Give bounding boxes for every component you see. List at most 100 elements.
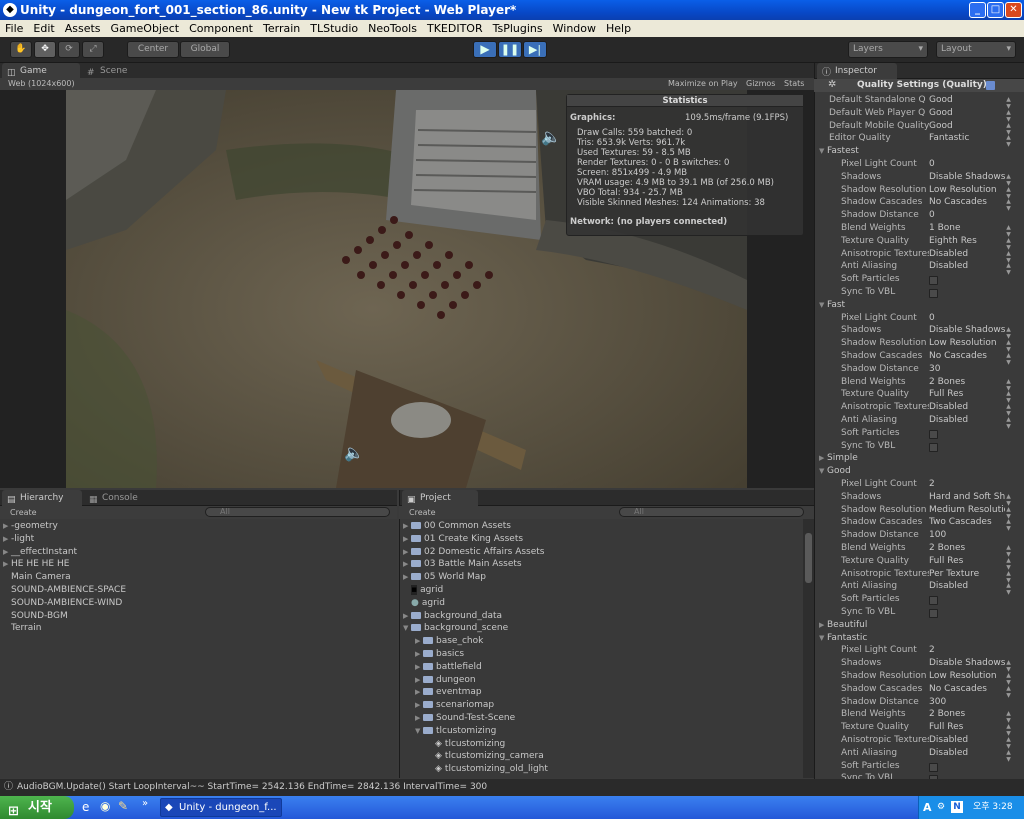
quality-level-simple[interactable]: ▶ Simple (819, 453, 858, 463)
quality-property-value[interactable]: Per Texture (929, 569, 1005, 579)
quality-property-value[interactable]: No Cascades (929, 197, 1005, 207)
checkbox[interactable] (929, 429, 938, 439)
collapse-arrow-icon[interactable]: ▼ (819, 634, 827, 642)
quality-default-value[interactable]: Good (929, 95, 1005, 105)
dropdown-arrow-icon[interactable]: ▲▼ (1005, 416, 1012, 430)
expand-arrow-icon[interactable]: ▶ (3, 546, 11, 559)
menu-item[interactable]: Edit (28, 20, 59, 37)
project-item[interactable]: ▶ base_chok (415, 635, 483, 648)
hierarchy-item[interactable]: ▶ -light (3, 533, 34, 546)
quality-property-value[interactable]: Disable Shadows (929, 172, 1005, 182)
quality-property-value[interactable]: 30 (929, 364, 1005, 374)
quality-property-value[interactable]: Disabled (929, 415, 1005, 425)
quality-property-value[interactable]: Full Res (929, 389, 1005, 399)
hierarchy-item[interactable]: SOUND-AMBIENCE-WIND (3, 597, 122, 610)
quality-property-value[interactable]: Hard and Soft Shadows (929, 492, 1005, 502)
quality-property-value[interactable]: Disabled (929, 402, 1005, 412)
checkbox[interactable] (929, 276, 938, 286)
project-create-dropdown[interactable]: Create (409, 506, 436, 519)
menu-item[interactable]: Window (548, 20, 601, 37)
layers-dropdown[interactable]: Layers ▾ (848, 41, 928, 58)
project-item[interactable]: ▶ battlefield (415, 661, 482, 674)
quality-property-value[interactable]: 300 (929, 697, 1005, 707)
quality-property-value[interactable]: Disable Shadows (929, 325, 1005, 335)
menu-item[interactable]: TsPlugins (488, 20, 548, 37)
dropdown-arrow-icon[interactable]: ▲▼ (1005, 262, 1012, 276)
expand-arrow-icon[interactable]: ▶ (403, 520, 411, 533)
expand-arrow-icon[interactable]: ▶ (415, 674, 423, 687)
quality-property-value[interactable]: 2 Bones (929, 709, 1005, 719)
expand-arrow-icon[interactable]: ▶ (415, 661, 423, 674)
project-item[interactable]: ▶ 00 Common Assets (403, 520, 511, 533)
quality-default-value[interactable]: Good (929, 108, 1005, 118)
quality-level-fastest[interactable]: ▼ Fastest (819, 146, 859, 156)
quality-property-value[interactable]: No Cascades (929, 684, 1005, 694)
quality-property-value[interactable]: 2 (929, 479, 1005, 489)
resolution-dropdown[interactable]: Web (1024x600) (8, 78, 75, 90)
hierarchy-item[interactable]: Main Camera (3, 571, 71, 584)
project-item[interactable]: ◈ tlcustomizing_camera (427, 750, 544, 763)
checkbox[interactable] (929, 609, 938, 618)
quality-property-value[interactable]: 2 (929, 645, 1005, 655)
quality-property-value[interactable]: Low Resolution (929, 185, 1005, 195)
expand-arrow-icon[interactable]: ▶ (415, 635, 423, 648)
project-item[interactable]: ▶ dungeon (415, 674, 476, 687)
checkbox[interactable] (929, 762, 938, 772)
quality-level-beautiful[interactable]: ▶ Beautiful (819, 620, 867, 630)
close-icon[interactable]: ✕ (1005, 2, 1022, 18)
quality-level-fast[interactable]: ▼ Fast (819, 300, 845, 310)
taskbar-unity-task[interactable]: ◆ Unity - dungeon_f... (160, 798, 282, 817)
project-item[interactable]: ▪ agrid (403, 584, 443, 597)
quality-property-value[interactable]: Eighth Res (929, 236, 1005, 246)
checkbox[interactable] (929, 596, 938, 606)
menu-item[interactable]: Terrain (258, 20, 305, 37)
expand-arrow-icon[interactable]: ▶ (3, 558, 11, 571)
expand-arrow-icon[interactable]: ▶ (819, 454, 827, 462)
checkbox[interactable] (929, 442, 938, 452)
project-scrollbar-thumb[interactable] (805, 533, 812, 583)
hierarchy-search-input[interactable]: All (205, 507, 390, 517)
quality-property-value[interactable]: Disabled (929, 249, 1005, 259)
project-item[interactable]: ▼ tlcustomizing (415, 725, 496, 738)
pivot-global-button[interactable]: Global (180, 41, 230, 58)
ime-icon[interactable]: A (923, 796, 932, 819)
project-item[interactable]: ▶ scenariomap (415, 699, 494, 712)
move-tool-icon[interactable]: ✥ (34, 41, 56, 58)
project-item[interactable]: ▶ Sound-Test-Scene (415, 712, 515, 725)
collapse-arrow-icon[interactable]: ▼ (819, 147, 827, 155)
project-item[interactable]: ▶ background_data (403, 610, 502, 623)
start-button[interactable]: ⊞ 시작 (0, 796, 74, 819)
project-item[interactable]: ▼ background_scene (403, 622, 508, 635)
rotate-tool-icon[interactable]: ⟳ (58, 41, 80, 58)
hierarchy-item[interactable]: ▶ HE HE HE HE (3, 558, 69, 571)
collapse-arrow-icon[interactable]: ▼ (415, 725, 423, 738)
dropdown-arrow-icon[interactable]: ▲▼ (1005, 685, 1012, 699)
hierarchy-item[interactable]: Terrain (3, 622, 41, 635)
expand-arrow-icon[interactable]: ▶ (3, 520, 11, 533)
hand-tool-icon[interactable]: ✋ (10, 41, 32, 58)
maximize-icon[interactable]: □ (987, 2, 1004, 18)
play-icon[interactable]: ▶ (473, 41, 497, 58)
pencil-icon[interactable]: ✎ (118, 799, 128, 813)
quality-property-value[interactable]: Full Res (929, 722, 1005, 732)
menu-item[interactable]: NeoTools (363, 20, 422, 37)
project-item[interactable]: ● agrid (403, 597, 445, 610)
hierarchy-create-dropdown[interactable]: Create (10, 506, 37, 519)
ie-icon[interactable]: e (82, 800, 89, 814)
expand-arrow-icon[interactable]: ▶ (403, 610, 411, 623)
expand-arrow-icon[interactable]: ▶ (403, 546, 411, 559)
hierarchy-item[interactable]: SOUND-BGM (3, 610, 68, 623)
quality-property-value[interactable]: 2 Bones (929, 543, 1005, 553)
minimize-icon[interactable]: _ (969, 2, 986, 18)
expand-arrow-icon[interactable]: ▶ (819, 621, 827, 629)
expand-arrow-icon[interactable]: ▶ (403, 533, 411, 546)
tab-game[interactable]: ◫ Game (2, 63, 80, 79)
expand-arrow-icon[interactable]: ▶ (415, 712, 423, 725)
quality-default-value[interactable]: Good (929, 121, 1005, 131)
checkbox[interactable] (929, 289, 938, 298)
quality-property-value[interactable]: Medium Resolution (929, 505, 1005, 515)
project-item[interactable]: ▶ basics (415, 648, 464, 661)
overflow-icon[interactable]: » (142, 798, 148, 809)
quality-property-value[interactable]: Low Resolution (929, 671, 1005, 681)
quality-property-value[interactable]: 0 (929, 313, 1005, 323)
